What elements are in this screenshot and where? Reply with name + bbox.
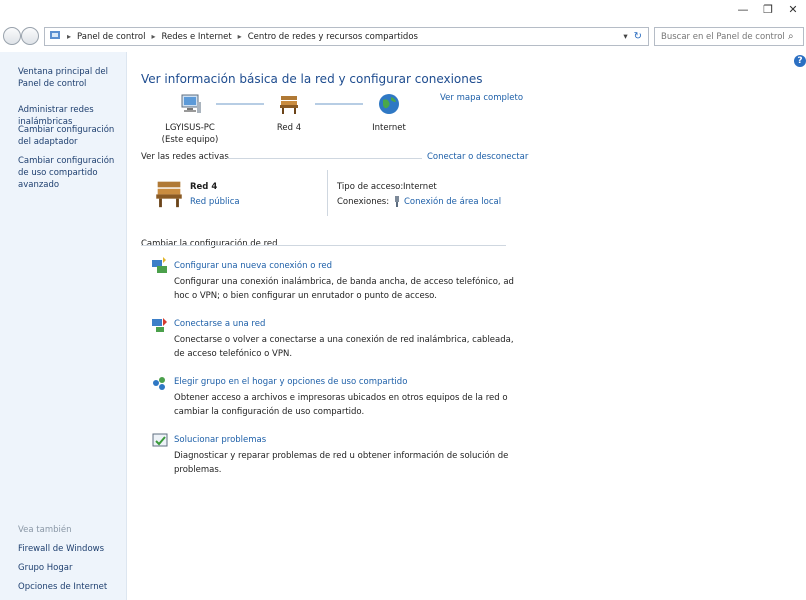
computer-sub-label: (Este equipo) (161, 135, 219, 145)
task-homegroup-desc: Obtener acceso a archivos e impresoras u… (174, 393, 508, 417)
task-connect-network-desc: Conectarse o volver a conectarse a una c… (174, 335, 514, 359)
sidebar-item-internet-options[interactable]: Opciones de Internet (18, 581, 123, 593)
divider (227, 158, 422, 159)
access-type-value: Internet (403, 182, 437, 192)
sidebar-item-firewall[interactable]: Firewall de Windows (18, 543, 123, 555)
ethernet-icon (393, 196, 401, 210)
computer-name: LGYISUS-PC (165, 123, 215, 133)
task-troubleshoot-link[interactable]: Solucionar problemas (174, 435, 266, 445)
connect-disconnect-link[interactable]: Conectar o desconectar (427, 152, 528, 162)
local-connection-link[interactable]: Conexión de área local (404, 197, 501, 207)
search-icon[interactable]: ⌕ (788, 31, 794, 42)
breadcrumb-item-redes[interactable]: Redes e Internet (161, 32, 231, 42)
connect-network-icon (151, 316, 169, 337)
task-connect-network-link[interactable]: Conectarse a una red (174, 319, 265, 329)
network-node-label: Red 4 (276, 123, 302, 133)
breadcrumb-item-centro[interactable]: Centro de redes y recursos compartidos (248, 32, 418, 42)
vertical-divider (327, 170, 328, 216)
connection-line (315, 103, 363, 105)
computer-icon (179, 92, 203, 119)
sidebar-item-homegroup[interactable]: Grupo Hogar (18, 562, 123, 574)
connection-line (216, 103, 264, 105)
task-new-connection-desc: Configurar una conexión inalámbrica, de … (174, 277, 514, 301)
breadcrumb-item-panel[interactable]: Panel de control (77, 32, 145, 42)
title-bar: — ❐ ✕ (0, 0, 806, 22)
full-map-link[interactable]: Ver mapa completo (440, 93, 523, 103)
change-settings-title: Cambiar la configuración de red (141, 239, 278, 249)
sidebar: Ventana principal del Panel de control A… (0, 52, 127, 600)
active-network-name: Red 4 (190, 182, 218, 192)
troubleshoot-icon (151, 432, 169, 453)
search-box[interactable]: ⌕ (654, 27, 804, 46)
minimize-button[interactable]: — (730, 0, 756, 18)
see-also-title: Vea también (18, 525, 72, 535)
task-homegroup-link[interactable]: Elegir grupo en el hogar y opciones de u… (174, 377, 407, 387)
internet-node-label: Internet (372, 123, 406, 133)
back-button[interactable] (3, 27, 21, 45)
task-new-connection-link[interactable]: Configurar una nueva conexión o red (174, 261, 332, 271)
navigation-bar: ▸ Panel de control ▸ Redes e Internet ▸ … (0, 24, 806, 50)
control-panel-icon (49, 29, 61, 44)
new-connection-icon (151, 256, 169, 277)
address-bar[interactable]: ▸ Panel de control ▸ Redes e Internet ▸ … (44, 27, 649, 46)
dropdown-arrow-icon[interactable]: ▾ (623, 32, 627, 42)
page-title: Ver información básica de la red y confi… (141, 72, 483, 86)
connections-label: Conexiones: (337, 197, 390, 207)
close-button[interactable]: ✕ (780, 0, 806, 18)
restore-button[interactable]: ❐ (755, 0, 781, 18)
sidebar-item-control-panel-home[interactable]: Ventana principal del Panel de control (18, 66, 123, 90)
main-content: Ver información básica de la red y confi… (127, 52, 806, 600)
network-type-link[interactable]: Red pública (190, 197, 240, 207)
bench-network-icon (277, 92, 301, 119)
breadcrumb-separator[interactable]: ▸ (67, 32, 71, 41)
sidebar-item-adapter-settings[interactable]: Cambiar configuración del adaptador (18, 124, 123, 148)
sidebar-item-advanced-sharing[interactable]: Cambiar configuración de uso compartido … (18, 155, 123, 191)
breadcrumb-separator[interactable]: ▸ (238, 32, 242, 41)
task-troubleshoot-desc: Diagnosticar y reparar problemas de red … (174, 451, 509, 475)
refresh-icon[interactable]: ↻ (634, 31, 642, 42)
breadcrumb-separator[interactable]: ▸ (151, 32, 155, 41)
access-type-label: Tipo de acceso: (337, 182, 404, 192)
homegroup-icon (151, 374, 169, 395)
active-networks-title: Ver las redes activas (141, 152, 229, 162)
forward-button[interactable] (21, 27, 39, 45)
divider (141, 245, 506, 246)
search-input[interactable] (659, 30, 788, 43)
globe-icon (377, 92, 401, 119)
bench-network-icon (152, 176, 186, 213)
